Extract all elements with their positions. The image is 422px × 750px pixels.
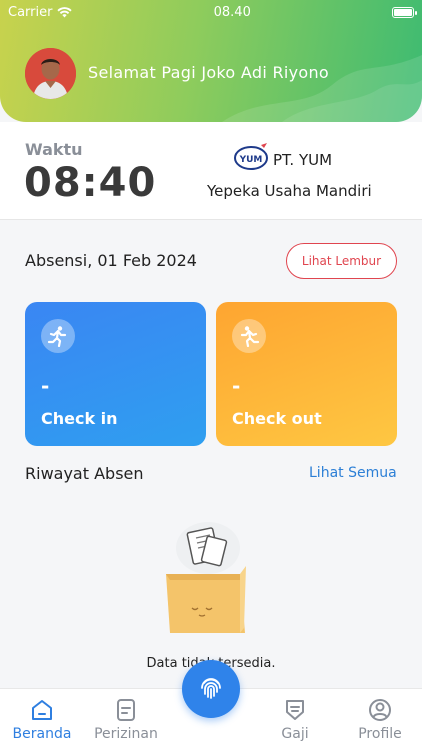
nav-item-gaji[interactable]: Gaji — [253, 697, 337, 742]
avatar[interactable] — [25, 48, 76, 99]
battery-icon — [392, 6, 417, 18]
check-out-time: - — [232, 374, 241, 398]
nav-label-beranda: Beranda — [12, 726, 72, 742]
fingerprint-attendance-button[interactable] — [182, 660, 240, 718]
check-in-label: Check in — [41, 409, 118, 428]
attendance-date: Absensi, 01 Feb 2024 — [25, 251, 197, 270]
empty-box-illustration — [166, 522, 246, 633]
running-person-icon — [41, 319, 75, 353]
nav-label-profile: Profile — [358, 726, 402, 742]
check-out-card[interactable]: - Check out — [216, 302, 397, 446]
wifi-icon — [57, 6, 73, 17]
shield-icon — [286, 700, 304, 720]
status-bar: Carrier 08.40 — [0, 0, 422, 24]
company-full-name: Yepeka Usaha Mandiri — [207, 182, 372, 200]
fingerprint-icon — [201, 678, 221, 699]
nav-label-perizinan: Perizinan — [94, 726, 158, 742]
nav-item-beranda[interactable]: Beranda — [0, 697, 84, 742]
check-out-label: Check out — [232, 409, 322, 428]
time-company-card: Waktu 08:40 YUM PT. YUM Yepeka Usaha Man… — [0, 122, 422, 220]
time-label: Waktu — [25, 140, 83, 159]
greeting-text: Selamat Pagi Joko Adi Riyono — [88, 63, 330, 82]
nav-label-gaji: Gaji — [281, 726, 309, 742]
company-short-name: PT. YUM — [273, 151, 333, 169]
nav-item-profile[interactable]: Profile — [338, 697, 422, 742]
view-overtime-button[interactable]: Lihat Lembur — [286, 243, 397, 279]
carrier-label: Carrier — [8, 4, 53, 20]
see-all-link[interactable]: Lihat Semua — [309, 465, 397, 481]
company-logo-text: YUM — [239, 155, 263, 165]
nav-item-perizinan[interactable]: Perizinan — [84, 697, 168, 742]
status-time: 08.40 — [213, 4, 251, 20]
check-in-card[interactable]: - Check in — [25, 302, 206, 446]
check-in-time: - — [41, 374, 50, 398]
time-value: 08:40 — [24, 160, 157, 206]
running-person-icon — [232, 319, 266, 353]
document-icon — [117, 699, 135, 721]
home-icon — [32, 700, 52, 720]
history-title: Riwayat Absen — [25, 464, 144, 483]
attendance-date-row: Absensi, 01 Feb 2024 Lihat Lembur — [0, 243, 422, 279]
user-icon — [369, 699, 391, 721]
company-logo: YUM — [234, 143, 268, 170]
